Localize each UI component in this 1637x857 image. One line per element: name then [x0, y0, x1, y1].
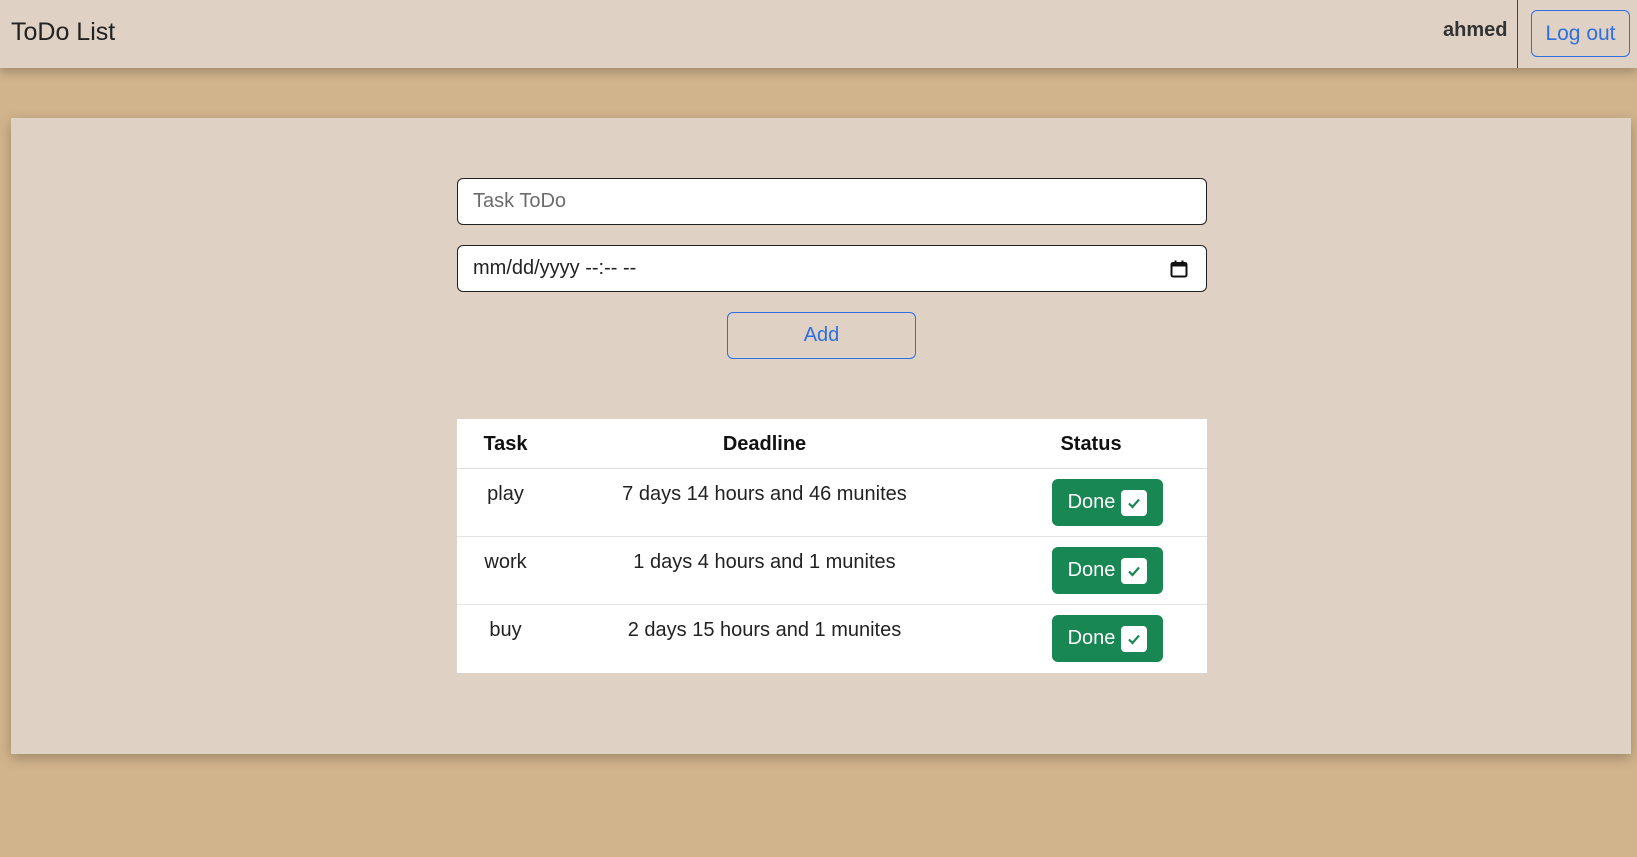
username-label: ahmed — [1443, 19, 1508, 41]
navbar-divider — [1517, 0, 1518, 68]
deadline-cell: 2 days 15 hours and 1 munites — [627, 619, 902, 641]
task-cell: work — [484, 551, 527, 573]
done-button[interactable]: Done — [1052, 547, 1163, 594]
done-label: Done — [1067, 627, 1116, 649]
table-row: play 7 days 14 hours and 46 munites Done — [457, 469, 1207, 537]
task-input[interactable] — [457, 178, 1207, 225]
checkmark-icon — [1121, 625, 1148, 652]
header-status: Status — [1060, 433, 1122, 455]
task-cell: buy — [489, 619, 522, 641]
calendar-icon[interactable] — [1170, 260, 1188, 278]
logout-button[interactable]: Log out — [1531, 10, 1630, 57]
deadline-datetime-input[interactable]: mm/dd/yyyy --:-- -- — [457, 245, 1207, 292]
deadline-cell: 1 days 4 hours and 1 munites — [633, 551, 896, 573]
deadline-cell: 7 days 14 hours and 46 munites — [622, 483, 907, 505]
done-button[interactable]: Done — [1052, 479, 1163, 526]
task-cell: play — [487, 483, 524, 505]
table-header-row: Task Deadline Status — [457, 419, 1207, 469]
done-label: Done — [1067, 491, 1116, 513]
checkmark-icon — [1121, 557, 1148, 584]
todo-card: mm/dd/yyyy --:-- -- Add Task Deadline St… — [11, 118, 1631, 754]
header-deadline: Deadline — [722, 433, 807, 455]
table-row: buy 2 days 15 hours and 1 munites Done — [457, 605, 1207, 673]
checkmark-icon — [1121, 489, 1148, 516]
table-row: work 1 days 4 hours and 1 munites Done — [457, 537, 1207, 605]
header-task: Task — [483, 433, 528, 455]
done-button[interactable]: Done — [1052, 615, 1163, 662]
navbar: ToDo List ahmed Log out — [0, 0, 1637, 68]
date-placeholder: mm/dd/yyyy --:-- -- — [473, 257, 637, 279]
app-title: ToDo List — [11, 18, 116, 46]
tasks-table: Task Deadline Status play 7 days 14 hour… — [457, 419, 1207, 673]
done-label: Done — [1067, 559, 1116, 581]
add-task-button[interactable]: Add — [727, 312, 916, 359]
